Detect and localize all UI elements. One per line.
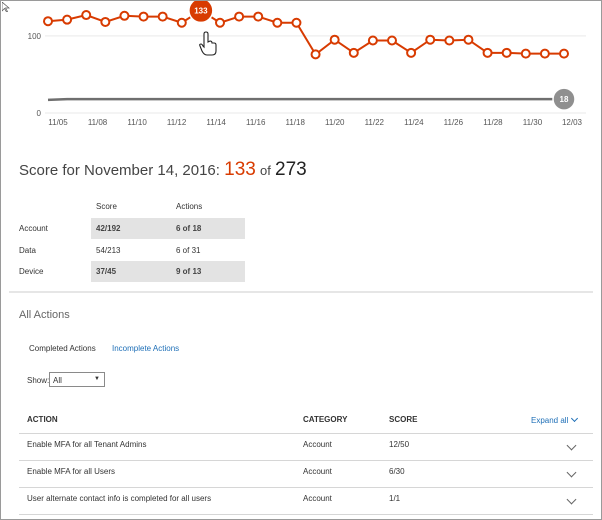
score-point (272, 17, 283, 28)
x-tick-label: 11/14 (206, 118, 226, 127)
device-end-label: 18 (560, 95, 569, 104)
x-tick-label: 11/08 (88, 118, 108, 127)
breakdown-row-label: Data (19, 246, 36, 255)
chevron-down-icon[interactable] (566, 440, 577, 451)
table-row[interactable]: Enable MFA for all Tenant Admins Account… (19, 434, 593, 461)
breakdown-row-account: Account 42/192 6 of 18 (19, 218, 259, 239)
chevron-down-icon[interactable] (566, 494, 577, 505)
score-point (310, 49, 321, 60)
tab-incomplete-actions[interactable]: Incomplete Actions (112, 344, 179, 353)
x-tick-label: 11/12 (167, 118, 187, 127)
current-score: 133 (224, 159, 256, 180)
tab-completed-actions[interactable]: Completed Actions (29, 344, 96, 353)
x-tick-label: 11/18 (286, 118, 306, 127)
row-action: Enable MFA for all Users (27, 467, 116, 476)
breakdown-row-data: Data 54/213 6 of 31 (19, 240, 259, 261)
actions-table-header: ACTION CATEGORY SCORE Expand all (19, 411, 593, 434)
breakdown-row-score: 54/213 (96, 246, 121, 255)
breakdown-row-label: Account (19, 224, 48, 233)
score-point (291, 17, 302, 28)
score-point (62, 14, 73, 25)
score-history-chart: 0 100 11/05 11/08 11/10 11/12 11/14 11/16 11/18 1… (28, 1, 586, 127)
score-point (387, 35, 397, 46)
column-header-category: CATEGORY (303, 415, 348, 424)
row-score: 6/30 (389, 467, 405, 476)
x-tick-label: 11/24 (404, 118, 424, 127)
score-point (43, 16, 53, 27)
breakdown-row-score: 37/45 (96, 267, 117, 276)
score-point (406, 47, 417, 58)
x-tick-label: 11/20 (325, 118, 345, 127)
x-tick-label: 11/05 (48, 118, 68, 127)
row-action: Enable MFA for all Tenant Admins (27, 440, 147, 449)
show-label: Show: (27, 376, 50, 385)
score-point (463, 34, 474, 45)
max-score: 273 (275, 159, 307, 180)
column-header-score: SCORE (389, 415, 418, 424)
chevron-down-icon[interactable] (566, 467, 577, 478)
score-point (253, 11, 264, 22)
breakdown-row-actions: 9 of 13 (176, 267, 202, 276)
breakdown-actions-header: Actions (176, 202, 203, 211)
score-point (119, 10, 130, 21)
score-point (501, 47, 512, 58)
row-score: 12/50 (389, 440, 410, 449)
score-point (559, 48, 569, 59)
score-point (215, 17, 225, 28)
score-point (81, 10, 92, 21)
score-point (348, 47, 359, 58)
y-tick-label: 0 (37, 109, 42, 118)
expand-all-link[interactable]: Expand all (531, 414, 579, 425)
row-category: Account (303, 440, 332, 449)
score-point (539, 48, 550, 59)
breakdown-row-actions: 6 of 31 (176, 246, 201, 255)
breakdown-score-header: Score (96, 202, 117, 211)
x-tick-label: 11/30 (523, 118, 543, 127)
y-tick-label: 100 (28, 32, 42, 41)
section-divider (9, 291, 593, 293)
breakdown-header: Score Actions (19, 198, 259, 214)
breakdown-row-device: Device 37/45 9 of 13 (19, 261, 259, 282)
table-row[interactable]: Enable MFA for all Users Account 6/30 (19, 461, 593, 488)
score-point (138, 11, 149, 22)
show-select[interactable]: All ▼ (49, 372, 105, 387)
x-tick-label: 11/28 (483, 118, 503, 127)
x-tick-label: 11/10 (127, 118, 147, 127)
expand-all-label: Expand all (531, 416, 569, 425)
secure-score-window: 0 100 11/05 11/08 11/10 11/12 11/14 11/16 11/18 1… (0, 0, 602, 520)
score-point (444, 35, 455, 46)
score-of: of (260, 163, 271, 178)
breakdown-row-score: 42/192 (96, 224, 121, 233)
breakdown-row-actions: 6 of 18 (176, 224, 202, 233)
table-row[interactable]: User alternate contact info is completed… (19, 488, 593, 515)
x-tick-label: 11/22 (365, 118, 385, 127)
dropdown-arrow-icon: ▼ (94, 376, 100, 382)
score-summary-prefix: Score for November 14, 2016: (19, 162, 220, 179)
row-category: Account (303, 494, 332, 503)
row-action: User alternate contact info is completed… (27, 494, 212, 503)
row-category: Account (303, 467, 332, 476)
breakdown-row-label: Device (19, 267, 44, 276)
score-point (367, 35, 378, 46)
x-tick-label: 11/26 (444, 118, 464, 127)
score-point (234, 11, 245, 22)
x-tick-label: 11/16 (246, 118, 266, 127)
score-point (482, 47, 493, 58)
score-point (157, 11, 168, 22)
score-point (100, 16, 111, 27)
score-summary: Score for November 14, 2016: 133 of 273 (19, 159, 307, 181)
device-series-line (47, 97, 564, 102)
highlighted-score-label: 133 (194, 6, 208, 15)
score-point (520, 48, 531, 59)
show-select-value: All (53, 376, 62, 385)
chevron-down-icon (571, 414, 579, 423)
all-actions-heading: All Actions (19, 309, 70, 321)
score-point (425, 34, 436, 45)
x-tick-label: 12/03 (562, 118, 583, 127)
score-point (176, 17, 187, 28)
column-header-action: ACTION (27, 415, 58, 424)
row-score: 1/1 (389, 494, 401, 503)
hand-cursor-icon (199, 31, 217, 56)
score-point (329, 34, 340, 45)
